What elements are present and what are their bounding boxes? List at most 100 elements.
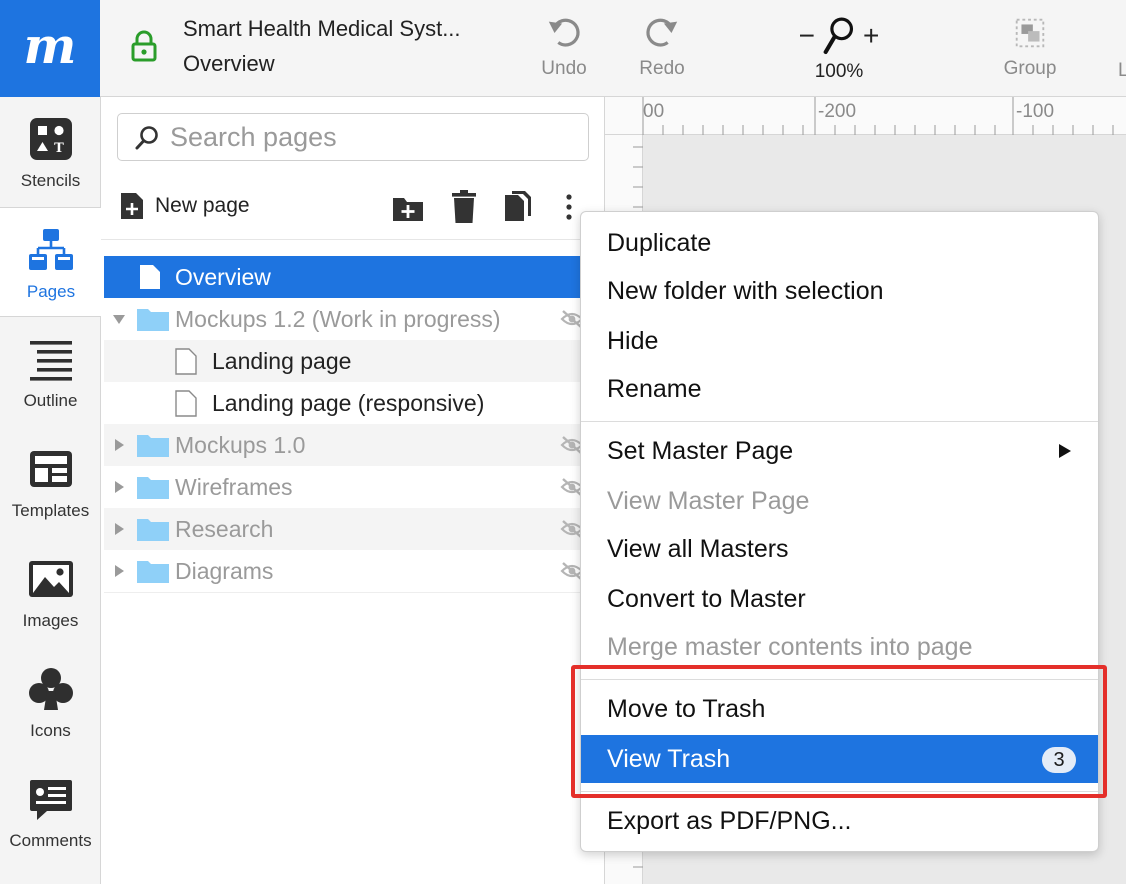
folder-row-mockups-1-0[interactable]: Mockups 1.0: [104, 424, 602, 466]
ruler-label: 00: [643, 101, 665, 122]
folder-label: Research: [175, 515, 274, 542]
lock-icon[interactable]: [130, 30, 158, 62]
group-button[interactable]: Group: [996, 14, 1064, 80]
search-icon: [135, 126, 158, 150]
nav-images[interactable]: Images: [0, 537, 101, 647]
chevron-right-icon[interactable]: [112, 480, 126, 494]
menu-duplicate[interactable]: Duplicate: [581, 219, 1098, 267]
new-page-button[interactable]: New page: [119, 191, 250, 221]
redo-button[interactable]: Redo: [632, 14, 692, 80]
page-icon: [175, 390, 197, 417]
svg-text:T: T: [54, 141, 64, 156]
menu-hide[interactable]: Hide: [581, 317, 1098, 365]
folder-icon: [137, 561, 169, 583]
chevron-right-icon[interactable]: [112, 438, 126, 452]
nav-icons-label: Icons: [30, 721, 71, 740]
folder-label: Mockups 1.2 (Work in progress): [175, 305, 501, 332]
chevron-right-icon[interactable]: [112, 522, 126, 536]
menu-divider: [581, 421, 1098, 422]
templates-icon: [29, 451, 72, 487]
nav-pages[interactable]: Pages: [0, 207, 102, 317]
menu-rename[interactable]: Rename: [581, 365, 1098, 413]
tree-bottom-divider: [104, 592, 602, 593]
menu-view-trash[interactable]: View Trash 3: [581, 735, 1098, 783]
menu-set-master-page[interactable]: Set Master Page: [581, 427, 1098, 475]
more-options-icon[interactable]: [557, 189, 581, 225]
left-nav: T Stencils Pages Outline Templates Image…: [0, 97, 102, 884]
chevron-down-icon[interactable]: [112, 312, 126, 326]
nav-images-label: Images: [22, 611, 79, 630]
page-row-landing-page[interactable]: Landing page: [104, 340, 602, 382]
page-context-menu: Duplicate New folder with selection Hide…: [580, 211, 1099, 852]
project-title[interactable]: Smart Health Medical Syst...: [183, 16, 461, 42]
menu-view-all-masters[interactable]: View all Masters: [581, 525, 1098, 573]
folder-label: Mockups 1.0: [175, 431, 306, 458]
nav-templates-label: Templates: [11, 501, 90, 520]
menu-export-pdf-png[interactable]: Export as PDF/PNG...: [581, 797, 1098, 845]
page-label: Landing page (responsive): [212, 389, 485, 416]
folder-label: Wireframes: [175, 473, 293, 500]
nav-outline-label: Outline: [23, 391, 78, 410]
trash-count-badge: 3: [1042, 747, 1076, 773]
menu-divider: [581, 679, 1098, 680]
page-row-overview[interactable]: Overview: [104, 256, 602, 298]
folder-row-wireframes[interactable]: Wireframes: [104, 466, 602, 508]
folder-label: Diagrams: [175, 557, 274, 584]
folder-icon: [137, 477, 169, 499]
nav-icons[interactable]: Icons: [0, 647, 101, 757]
toolbar-truncated-label: L: [1118, 60, 1126, 81]
submenu-arrow-icon: [1059, 444, 1071, 458]
nav-stencils-label: Stencils: [20, 171, 81, 190]
folder-icon: [137, 435, 169, 457]
zoom-out-button[interactable]: −: [799, 20, 815, 52]
folder-row-diagrams[interactable]: Diagrams: [104, 550, 602, 592]
menu-convert-to-master[interactable]: Convert to Master: [581, 575, 1098, 623]
pages-icon: [29, 229, 73, 270]
menu-new-folder-with-selection[interactable]: New folder with selection: [581, 267, 1098, 315]
zoom-level[interactable]: 100%: [790, 61, 888, 83]
menu-divider: [581, 791, 1098, 792]
nav-outline[interactable]: Outline: [0, 317, 101, 427]
images-icon: [28, 561, 73, 597]
menu-move-to-trash[interactable]: Move to Trash: [581, 685, 1098, 733]
folder-icon: [137, 519, 169, 541]
group-icon: [1015, 18, 1045, 48]
menu-merge-master-contents[interactable]: Merge master contents into page: [581, 623, 1098, 671]
nav-templates[interactable]: Templates: [0, 427, 101, 537]
chevron-right-icon[interactable]: [112, 564, 126, 578]
page-row-landing-page-responsive[interactable]: Landing page (responsive): [104, 382, 602, 424]
comments-icon: [29, 780, 72, 820]
top-toolbar: m Smart Health Medical Syst... Overview …: [0, 0, 1126, 97]
trash-icon[interactable]: [447, 189, 481, 225]
menu-view-master-page[interactable]: View Master Page: [581, 477, 1098, 525]
nav-stencils[interactable]: T Stencils: [0, 97, 101, 207]
redo-label: Redo: [639, 58, 685, 79]
duplicate-page-icon[interactable]: [501, 189, 535, 225]
page-label: Overview: [175, 263, 271, 290]
search-box[interactable]: [117, 113, 589, 161]
logo-glyph: m: [23, 15, 77, 75]
pages-toolbar-divider: [101, 239, 605, 240]
zoom-in-button[interactable]: +: [863, 20, 879, 52]
undo-label: Undo: [541, 58, 587, 79]
current-page-name: Overview: [183, 51, 275, 76]
nav-comments[interactable]: Comments: [0, 757, 101, 867]
new-page-label: New page: [155, 194, 250, 217]
nav-pages-label: Pages: [26, 282, 76, 301]
search-input[interactable]: [170, 120, 570, 154]
zoom-control: − + 100%: [790, 14, 888, 83]
group-label: Group: [1003, 58, 1057, 79]
page-icon: [140, 265, 160, 289]
new-page-icon: [121, 193, 143, 219]
folder-icon: [137, 309, 169, 331]
new-folder-icon[interactable]: [391, 189, 425, 225]
folder-row-research[interactable]: Research: [104, 508, 602, 550]
ruler-label: -200: [818, 101, 857, 122]
page-icon: [175, 348, 197, 375]
app-logo[interactable]: m: [0, 0, 100, 97]
zoom-magnifier-icon[interactable]: [823, 16, 855, 56]
undo-button[interactable]: Undo: [534, 14, 594, 80]
folder-row-mockups-1-2[interactable]: Mockups 1.2 (Work in progress): [104, 298, 602, 340]
redo-icon: [646, 18, 678, 47]
club-icon: [28, 668, 73, 710]
